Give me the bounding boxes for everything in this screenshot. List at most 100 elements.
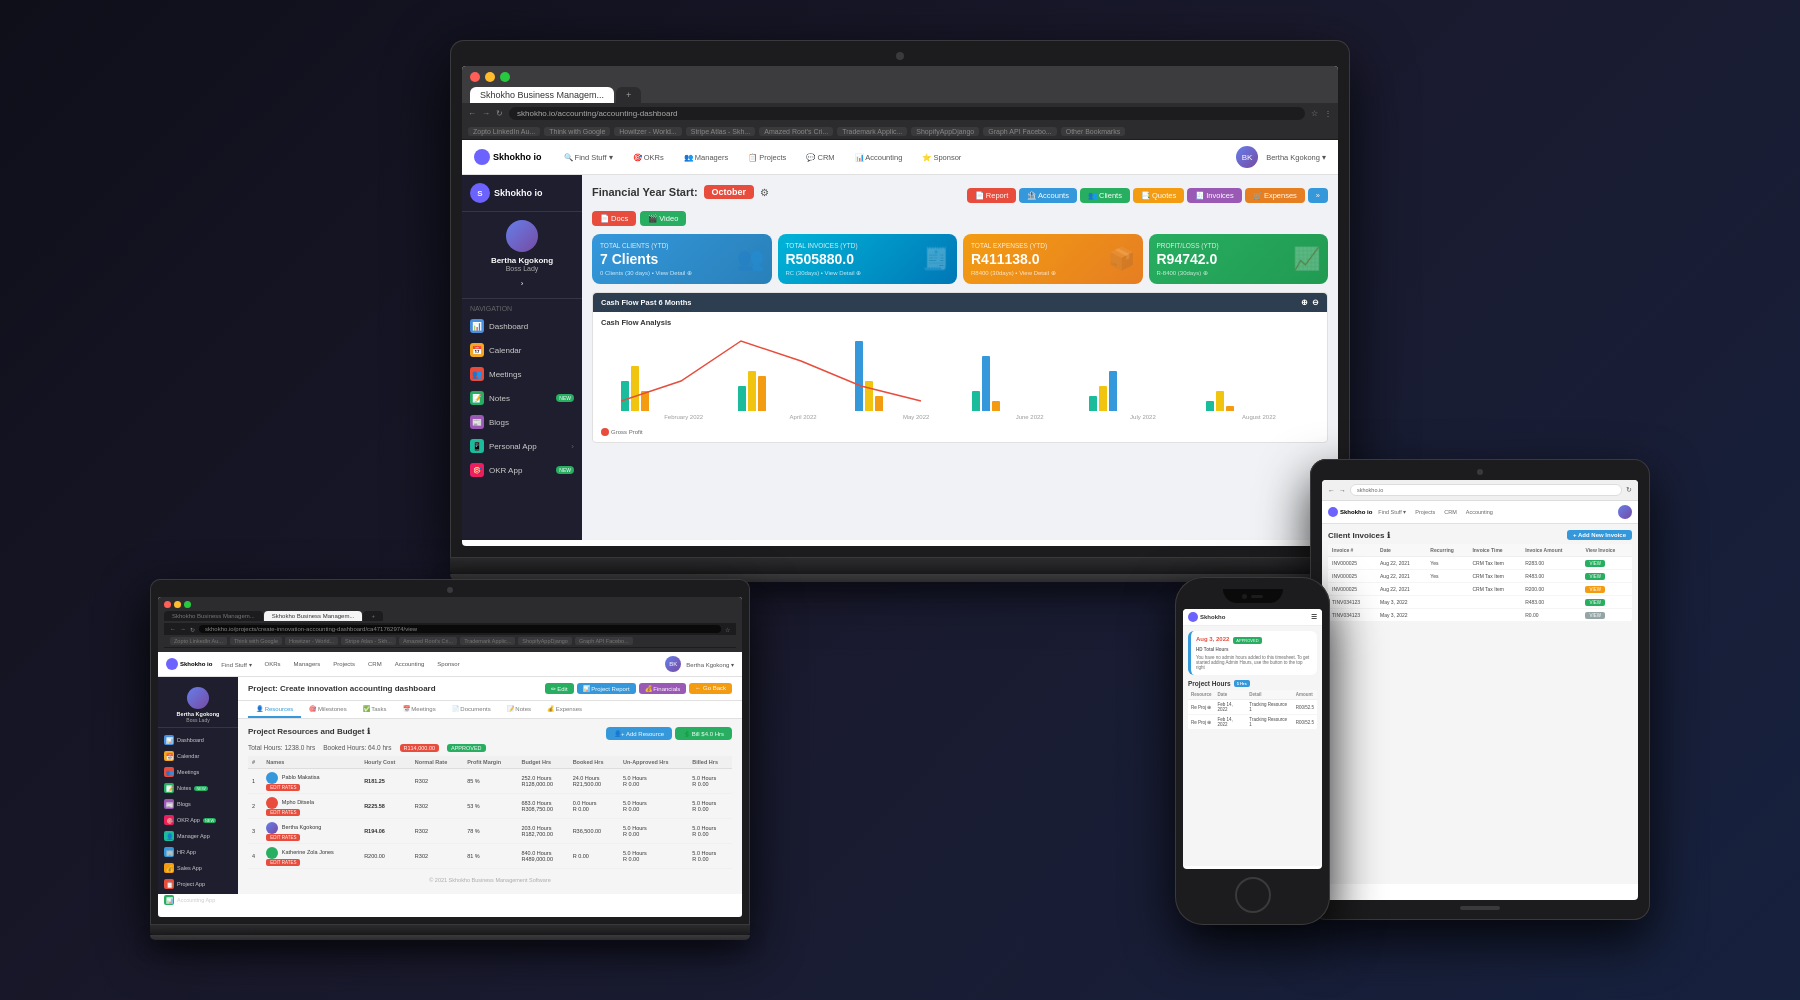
edit-btn[interactable]: ✏ Edit <box>545 683 574 694</box>
p2-nav-projects[interactable]: Projects <box>329 659 359 669</box>
ptl-yellow[interactable] <box>174 601 181 608</box>
bm-graph[interactable]: Graph API Facebo... <box>983 127 1056 136</box>
bm-shopify[interactable]: ShopifyAppDjango <box>911 127 979 136</box>
fy-gear-icon[interactable]: ⚙ <box>760 187 769 198</box>
project-tab-1[interactable]: Skhokho Business Managem... <box>164 611 263 621</box>
psb-item-okr[interactable]: 🎯 OKR App NEW <box>158 812 238 828</box>
tablet-nav-back[interactable]: ← <box>1328 487 1335 494</box>
fy-month[interactable]: October <box>704 185 755 199</box>
psb-item-project[interactable]: 📋 Project App <box>158 876 238 892</box>
docs-btn[interactable]: 📄 Docs <box>592 211 636 226</box>
accounts-btn[interactable]: 🏦 Accounts <box>1019 188 1077 203</box>
p2-nav-okrs[interactable]: OKRs <box>261 659 285 669</box>
p2-bookmark-icon[interactable]: ☆ <box>725 626 730 633</box>
tl-red[interactable] <box>470 72 480 82</box>
bm-howitzer[interactable]: Howitzer - World... <box>614 127 681 136</box>
bookmark-icon[interactable]: ☆ <box>1311 109 1318 118</box>
tab-tasks[interactable]: ✅ Tasks <box>355 701 395 718</box>
tablet-home-indicator[interactable] <box>1460 906 1500 910</box>
tab-resources[interactable]: 👤 Resources <box>248 701 301 718</box>
menu-icon[interactable]: ⋮ <box>1324 109 1332 118</box>
p2-nav-managers[interactable]: Managers <box>290 659 325 669</box>
tablet-nav-projects[interactable]: Projects <box>1412 508 1438 516</box>
nav-refresh[interactable]: ↻ <box>496 109 503 118</box>
phone-menu-icon[interactable]: ☰ <box>1311 613 1317 621</box>
project-report-btn[interactable]: 📊 Project Report <box>577 683 636 694</box>
topnav-username[interactable]: Bertha Kgokong ▾ <box>1266 153 1326 162</box>
quotes-btn[interactable]: 📑 Quotes <box>1133 188 1184 203</box>
tl-green[interactable] <box>500 72 510 82</box>
inv1-view[interactable]: VIEW <box>1581 557 1632 570</box>
pbm-think[interactable]: Think with Google <box>230 637 282 645</box>
nav-back[interactable]: ← <box>468 109 476 118</box>
cashflow-zoom-out[interactable]: ⊖ <box>1312 298 1319 307</box>
bm-trademark[interactable]: Trademark Applic... <box>837 127 907 136</box>
tablet-nav-forward[interactable]: → <box>1339 487 1346 494</box>
financials-btn[interactable]: 💰 Financials <box>639 683 687 694</box>
project-tab-new[interactable]: + <box>363 611 383 621</box>
inv3-view[interactable]: VIEW <box>1581 583 1632 596</box>
topnav-projects[interactable]: 📋 Projects <box>742 150 792 165</box>
psb-item-calendar[interactable]: 📅 Calendar <box>158 748 238 764</box>
sidebar-item-dashboard[interactable]: 📊 Dashboard <box>462 314 582 338</box>
browser-tab-new[interactable]: + <box>616 87 641 103</box>
sidebar-item-notes[interactable]: 📝 Notes NEW <box>462 386 582 410</box>
bm-other[interactable]: Other Bookmarks <box>1061 127 1125 136</box>
project-url-bar[interactable]: skhokho.io/projects/create-innovation-ac… <box>199 625 721 633</box>
p2-nav-forward[interactable]: → <box>180 626 186 632</box>
pbm-amazed[interactable]: Amazed Root's Cri... <box>399 637 457 645</box>
topnav-accounting[interactable]: 📊 Accounting <box>849 150 909 165</box>
psb-item-hr[interactable]: 🏢 HR App <box>158 844 238 860</box>
tablet-nav-refresh[interactable]: ↻ <box>1626 486 1632 494</box>
psb-item-notes[interactable]: 📝 Notes NEW <box>158 780 238 796</box>
pbm-shopify[interactable]: ShopifyAppDjango <box>518 637 572 645</box>
row2-edit-rates[interactable]: EDIT RATES <box>266 809 300 816</box>
browser-tab-active[interactable]: Skhokho Business Managem... <box>470 87 614 103</box>
tab-meetings[interactable]: 📅 Meetings <box>395 701 444 718</box>
psb-item-meetings[interactable]: 👥 Meetings <box>158 764 238 780</box>
ptl-red[interactable] <box>164 601 171 608</box>
p2-nav-back[interactable]: ← <box>170 626 176 632</box>
browser-url[interactable]: skhokho.io/accounting/accounting-dashboa… <box>509 107 1305 120</box>
psb-item-manager[interactable]: 👤 Manager App <box>158 828 238 844</box>
sidebar-item-okr[interactable]: 🎯 OKR App NEW <box>462 458 582 482</box>
psb-item-dashboard[interactable]: 📊 Dashboard <box>158 732 238 748</box>
video-btn[interactable]: 🎬 Video <box>640 211 686 226</box>
bm-amazed[interactable]: Amazed Root's Cri... <box>759 127 833 136</box>
p2-nav-sponsor[interactable]: Sponsor <box>433 659 463 669</box>
tablet-url-bar[interactable]: skhokho.io <box>1350 484 1622 496</box>
tab-documents[interactable]: 📄 Documents <box>444 701 499 718</box>
report-btn[interactable]: 📄 Report <box>967 188 1017 203</box>
tablet-nav-crm[interactable]: CRM <box>1441 508 1460 516</box>
tablet-nav-find[interactable]: Find Stuff ▾ <box>1375 508 1409 516</box>
topnav-crm[interactable]: 💬 CRM <box>800 150 840 165</box>
phone-home-button[interactable] <box>1235 877 1271 913</box>
pbm-graph[interactable]: Graph API Facebo... <box>575 637 633 645</box>
pbm-trademark[interactable]: Trademark Applic... <box>460 637 515 645</box>
cashflow-zoom-in[interactable]: ⊕ <box>1301 298 1308 307</box>
pbm-howitzer[interactable]: Howitzer - World... <box>285 637 338 645</box>
ptl-green[interactable] <box>184 601 191 608</box>
p2-nav-accounting[interactable]: Accounting <box>391 659 429 669</box>
sidebar-item-calendar[interactable]: 📅 Calendar <box>462 338 582 362</box>
go-back-btn[interactable]: ← Go Back <box>689 683 732 694</box>
p2-nav-refresh[interactable]: ↻ <box>190 626 195 633</box>
inv4-view[interactable]: VIEW <box>1581 596 1632 609</box>
profile-arrow[interactable]: › <box>521 279 524 288</box>
bill-btn[interactable]: 💲 Bill $4.0 Hrs <box>675 727 732 740</box>
add-resource-btn[interactable]: 👤+ Add Resource <box>606 727 672 740</box>
topnav-sponsor[interactable]: ⭐ Sponsor <box>916 150 967 165</box>
topnav-find[interactable]: 🔍 Find Stuff ▾ <box>558 150 619 165</box>
inv5-view[interactable]: VIEW <box>1581 609 1632 622</box>
pbm-stripe[interactable]: Stripe Atlas - Skh... <box>341 637 396 645</box>
p2-nav-crm[interactable]: CRM <box>364 659 386 669</box>
expand-btn[interactable]: » <box>1308 188 1328 203</box>
tab-notes[interactable]: 📝 Notes <box>499 701 539 718</box>
row4-edit-rates[interactable]: EDIT RATES <box>266 859 300 866</box>
sidebar-item-blogs[interactable]: 📰 Blogs <box>462 410 582 434</box>
row1-edit-rates[interactable]: EDIT RATES <box>266 784 300 791</box>
pbm-zopto[interactable]: Zopto LinkedIn Au... <box>170 637 227 645</box>
nav-forward[interactable]: → <box>482 109 490 118</box>
topnav-managers[interactable]: 👥 Managers <box>678 150 734 165</box>
bm-zopto[interactable]: Zopto LinkedIn Au... <box>468 127 540 136</box>
